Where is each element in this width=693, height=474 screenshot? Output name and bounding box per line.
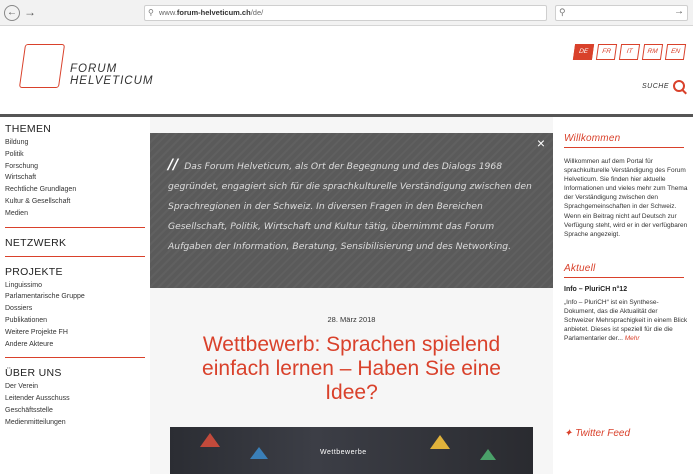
browser-toolbar: ← → ⚲ www.forum-helveticum.ch/de/ ⚲ → (0, 0, 693, 26)
sidebar-item-weitere-projekte[interactable]: Weitere Projekte FH (5, 327, 150, 339)
address-bar[interactable]: ⚲ www.forum-helveticum.ch/de/ (144, 5, 547, 21)
themen-list: Bildung Politik Forschung Wirtschaft Rec… (5, 137, 150, 220)
left-sidebar: THEMEN Bildung Politik Forschung Wirtsch… (0, 114, 150, 474)
divider (5, 226, 145, 228)
sidebar-item-medien[interactable]: Medien (5, 208, 150, 220)
right-sidebar: Willkommen Willkommen auf dem Portal für… (564, 117, 689, 474)
sidebar-item-publikationen[interactable]: Publikationen (5, 315, 150, 327)
sidebar-item-geschaeftsstelle[interactable]: Geschäftsstelle (5, 405, 150, 417)
sidebar-item-parlamentarische-gruppe[interactable]: Parlamentarische Gruppe (5, 291, 150, 303)
twitter-bird-icon: ✦ (564, 428, 573, 439)
sidebar-item-andere-akteure[interactable]: Andere Akteure (5, 339, 150, 351)
projekte-list: Linguissimo Parlamentarische Gruppe Doss… (5, 280, 150, 351)
projekte-title[interactable]: PROJEKTE (5, 266, 150, 278)
back-arrow-icon[interactable]: ← (4, 5, 20, 21)
sidebar-item-rechtliche-grundlagen[interactable]: Rechtliche Grundlagen (5, 184, 150, 196)
sidebar-item-der-verein[interactable]: Der Verein (5, 381, 150, 393)
logo-mark[interactable] (18, 44, 66, 88)
decor-shape (480, 449, 496, 460)
sidebar-item-wirtschaft[interactable]: Wirtschaft (5, 172, 150, 184)
sidebar-item-politik[interactable]: Politik (5, 149, 150, 161)
netzwerk-title[interactable]: NETZWERK (5, 237, 150, 249)
aktuell-text: „Info – PluriCH“ ist ein Synthese-Dokume… (564, 298, 689, 343)
divider (5, 357, 145, 359)
search-icon: ⚲ (148, 8, 154, 17)
sidebar-item-kultur-gesellschaft[interactable]: Kultur & Gesellschaft (5, 196, 150, 208)
welcome-paragraph-2: Wenn ein Beitrag nicht auf Deutsch zur V… (564, 212, 688, 238)
ueber-uns-list: Der Verein Leitender Ausschuss Geschäfts… (5, 381, 150, 428)
lang-en[interactable]: EN (664, 44, 687, 60)
sidebar-item-leitender-ausschuss[interactable]: Leitender Ausschuss (5, 393, 150, 405)
sidebar-item-forschung[interactable]: Forschung (5, 161, 150, 173)
language-switcher: DE FR IT RM EN (572, 44, 687, 60)
article-date: 28. März 2018 (327, 315, 376, 324)
main-content: × //Das Forum Helveticum, als Ort der Be… (150, 117, 553, 474)
search-label: SUCHE (641, 82, 669, 90)
sidebar-item-linguissimo[interactable]: Linguissimo (5, 280, 150, 292)
welcome-paragraph-1: Willkommen auf dem Portal für sprachkult… (564, 158, 688, 211)
decor-shape (430, 435, 450, 449)
divider (564, 276, 684, 278)
quote-mark-icon: // (168, 157, 179, 173)
twitter-feed-title[interactable]: ✦ Twitter Feed (564, 428, 630, 439)
logo-line-2: HELVETICUM (70, 75, 154, 87)
lang-de[interactable]: DE (572, 44, 595, 60)
intro-quote-text: Das Forum Helveticum, als Ort der Begegn… (168, 161, 532, 252)
ueber-uns-title[interactable]: ÜBER UNS (5, 367, 150, 379)
sidebar-item-bildung[interactable]: Bildung (5, 137, 150, 149)
themen-title[interactable]: THEMEN (5, 123, 150, 135)
more-link[interactable]: Mehr (625, 335, 640, 342)
magnifier-icon (673, 80, 685, 92)
decor-shape (200, 433, 220, 447)
article-headline[interactable]: Wettbewerb: Sprachen spielend einfach le… (180, 333, 523, 405)
image-label: Wettbewerbe (320, 449, 367, 456)
search-icon: ⚲ (559, 7, 566, 17)
sidebar-item-dossiers[interactable]: Dossiers (5, 303, 150, 315)
welcome-text: Willkommen auf dem Portal für sprachkult… (564, 157, 689, 239)
divider (5, 255, 145, 257)
intro-banner: × //Das Forum Helveticum, als Ort der Be… (150, 133, 553, 288)
divider (564, 147, 684, 148)
lang-it[interactable]: IT (618, 44, 641, 60)
url-prefix: www. (159, 8, 177, 17)
forward-arrow-icon[interactable]: → (22, 5, 38, 21)
twitter-title: Twitter Feed (575, 428, 631, 439)
go-arrow-icon[interactable]: → (674, 6, 684, 17)
search-button[interactable]: SUCHE (642, 80, 685, 92)
welcome-title: Willkommen (564, 133, 621, 144)
browser-search-field[interactable]: ⚲ → (555, 5, 688, 21)
aktuell-title: Aktuell (564, 262, 596, 274)
intro-quote: //Das Forum Helveticum, als Ort der Bege… (168, 155, 540, 257)
lang-fr[interactable]: FR (595, 44, 618, 60)
lang-rm[interactable]: RM (641, 44, 664, 60)
logo-text[interactable]: FORUM HELVETICUM (70, 63, 154, 87)
logo-line-1: FORUM (70, 63, 118, 75)
article-image[interactable]: Wettbewerbe (170, 427, 533, 474)
url-domain: forum-helveticum.ch (176, 8, 251, 17)
aktuell-subtitle[interactable]: Info – PluriCH n°12 (564, 286, 689, 293)
decor-shape (250, 447, 268, 459)
sidebar-item-medienmitteilungen[interactable]: Medienmitteilungen (5, 417, 150, 429)
close-icon[interactable]: × (537, 135, 545, 151)
url-path: /de/ (250, 8, 264, 17)
